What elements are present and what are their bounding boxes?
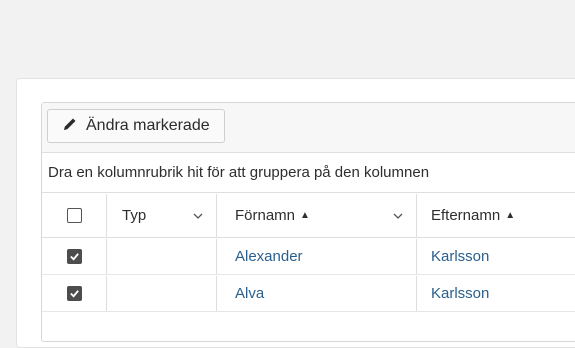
row-select-cell (42, 239, 107, 274)
cell-efternamn[interactable]: Karlsson (417, 276, 575, 311)
row-checkbox[interactable] (66, 286, 82, 301)
chevron-down-icon[interactable] (392, 210, 404, 222)
edit-selected-button[interactable]: Ändra markerade (47, 109, 225, 143)
data-grid: Ändra markerade Dra en kolumnrubrik hit … (41, 102, 575, 342)
column-header-typ[interactable]: Typ (107, 194, 217, 237)
cell-fornamn[interactable]: Alva (217, 276, 417, 311)
column-header-fornamn[interactable]: Förnamn ▲ (217, 194, 417, 237)
select-all-checkbox[interactable] (66, 208, 82, 223)
edit-selected-label: Ändra markerade (86, 117, 210, 134)
header-row: Typ Förnamn ▲ Efternamn ▲ (42, 194, 575, 238)
row-checkbox[interactable] (66, 249, 82, 264)
cell-efternamn[interactable]: Karlsson (417, 239, 575, 274)
grid-toolbar: Ändra markerade (42, 103, 575, 153)
column-header-efternamn[interactable]: Efternamn ▲ (417, 194, 575, 237)
group-drop-area[interactable]: Dra en kolumnrubrik hit för att gruppera… (42, 153, 575, 193)
header-select-all-cell (42, 194, 107, 237)
sort-ascending-icon: ▲ (300, 210, 310, 221)
sort-ascending-icon: ▲ (505, 210, 516, 221)
cell-fornamn[interactable]: Alexander (217, 239, 417, 274)
row-select-cell (42, 276, 107, 311)
column-header-label: Efternamn (431, 207, 501, 224)
group-hint-text: Dra en kolumnrubrik hit för att gruppera… (48, 164, 430, 181)
table-row[interactable]: Alexander Karlsson (42, 239, 575, 275)
chevron-down-icon[interactable] (192, 210, 204, 222)
cell-typ (107, 239, 217, 274)
pencil-icon (62, 116, 78, 137)
column-header-label: Typ (122, 207, 147, 224)
table-row[interactable]: Alva Karlsson (42, 276, 575, 312)
column-header-label: Förnamn (235, 207, 296, 224)
cell-typ (107, 276, 217, 311)
